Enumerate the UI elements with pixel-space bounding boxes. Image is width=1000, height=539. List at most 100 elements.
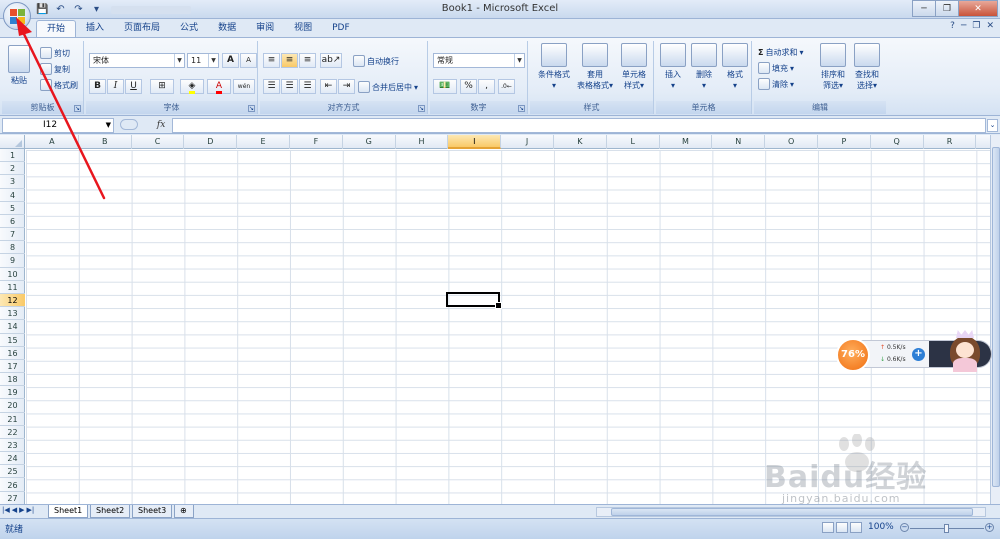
speed-percent-circle[interactable]: 76% (836, 338, 870, 372)
border-button[interactable]: ⊞ (150, 79, 174, 94)
format-painter-button[interactable]: 格式刷 (40, 78, 78, 92)
cell-styles-button[interactable]: 单元格 样式▾ (616, 43, 652, 91)
comma-button[interactable]: , (478, 79, 495, 94)
autosum-button[interactable]: Σ 自动求和 ▾ (758, 45, 803, 59)
row-header-13[interactable]: 13 (0, 307, 25, 321)
decrease-indent-button[interactable]: ⇤ (320, 79, 337, 94)
column-header-r[interactable]: R (924, 135, 977, 149)
copy-button[interactable]: 复制 (40, 62, 70, 76)
help-icon[interactable]: ? (950, 21, 955, 31)
row-header-12[interactable]: 12 (0, 293, 25, 308)
bold-button[interactable]: B (89, 79, 106, 94)
row-header-10[interactable]: 10 (0, 268, 25, 281)
workbook-close-icon[interactable]: ✕ (986, 21, 994, 31)
horizontal-scrollbar[interactable] (596, 507, 986, 517)
next-sheet-icon[interactable]: ▶ (19, 506, 24, 514)
column-header-g[interactable]: G (343, 135, 396, 149)
format-cells-button[interactable]: 格式 ▾ (720, 43, 750, 91)
font-launcher-icon[interactable]: ↘ (248, 105, 255, 112)
row-header-14[interactable]: 14 (0, 320, 25, 334)
page-layout-view-icon[interactable] (836, 522, 848, 533)
tab-home[interactable]: 开始 (36, 20, 77, 37)
tab-insert[interactable]: 插入 (76, 20, 114, 37)
tab-pdf[interactable]: PDF (322, 20, 360, 37)
column-header-f[interactable]: F (290, 135, 343, 149)
close-button[interactable]: ✕ (958, 0, 998, 17)
column-header-l[interactable]: L (607, 135, 660, 149)
tab-review[interactable]: 审阅 (246, 20, 284, 37)
align-top-button[interactable]: ≡ (263, 53, 280, 68)
row-header-21[interactable]: 21 (0, 413, 25, 426)
row-header-27[interactable]: 27 (0, 492, 25, 504)
row-header-15[interactable]: 15 (0, 334, 25, 347)
underline-button[interactable]: U (125, 79, 142, 94)
column-header-b[interactable]: B (79, 135, 132, 149)
workbook-minimize-icon[interactable]: ─ (961, 21, 966, 31)
first-sheet-icon[interactable]: |◀ (2, 506, 10, 514)
merge-center-button[interactable]: 合并后居中 ▾ (358, 80, 418, 94)
clear-button[interactable]: 清除 ▾ (758, 77, 794, 91)
column-header-i[interactable]: I (448, 135, 502, 149)
row-header-8[interactable]: 8 (0, 241, 25, 255)
row-header-2[interactable]: 2 (0, 162, 25, 176)
paste-button[interactable]: 粘贴 (6, 45, 32, 86)
clipboard-launcher-icon[interactable]: ↘ (74, 105, 81, 112)
wrap-text-button[interactable]: 自动换行 (353, 54, 399, 68)
column-header-p[interactable]: P (818, 135, 871, 149)
increase-decimal-button[interactable]: .0← (498, 79, 515, 94)
number-format-select[interactable]: 常规 ▼ (433, 53, 525, 68)
row-header-17[interactable]: 17 (0, 360, 25, 374)
align-bottom-button[interactable]: ≡ (299, 53, 316, 68)
grow-font-button[interactable]: A (222, 53, 239, 68)
tab-data[interactable]: 数据 (208, 20, 246, 37)
column-header-o[interactable]: O (765, 135, 818, 149)
number-launcher-icon[interactable]: ↘ (518, 105, 525, 112)
shrink-font-button[interactable]: A (240, 53, 257, 68)
page-break-view-icon[interactable] (850, 522, 862, 533)
row-header-7[interactable]: 7 (0, 228, 25, 242)
align-middle-button[interactable]: ≡ (281, 53, 298, 68)
sheet-tab-sheet3[interactable]: Sheet3 (132, 505, 173, 518)
align-left-button[interactable]: ☰ (263, 79, 280, 94)
tab-view[interactable]: 视图 (284, 20, 322, 37)
insert-function-icon[interactable]: fx (157, 120, 165, 130)
speed-boost-button[interactable]: + (912, 348, 925, 361)
prev-sheet-icon[interactable]: ◀ (12, 506, 17, 514)
row-header-19[interactable]: 19 (0, 386, 25, 400)
increase-indent-button[interactable]: ⇥ (338, 79, 355, 94)
cut-button[interactable]: 剪切 (40, 46, 70, 60)
format-as-table-button[interactable]: 套用 表格格式▾ (574, 43, 616, 91)
vertical-scroll-thumb[interactable] (992, 147, 1000, 487)
row-header-18[interactable]: 18 (0, 373, 25, 387)
name-box[interactable]: I12 ▼ (2, 118, 114, 133)
row-header-24[interactable]: 24 (0, 452, 25, 466)
align-center-button[interactable]: ☰ (281, 79, 298, 94)
row-header-22[interactable]: 22 (0, 426, 25, 439)
row-header-20[interactable]: 20 (0, 399, 25, 413)
row-header-3[interactable]: 3 (0, 175, 25, 189)
font-color-button[interactable]: A (207, 79, 231, 94)
delete-cells-button[interactable]: 删除 ▾ (689, 43, 719, 91)
minimize-button[interactable]: ─ (912, 0, 936, 17)
column-header-m[interactable]: M (660, 135, 713, 149)
column-header-a[interactable]: A (26, 135, 79, 149)
currency-button[interactable]: 💵 (433, 79, 457, 94)
conditional-formatting-button[interactable]: 条件格式 ▾ (534, 43, 574, 91)
office-button[interactable] (3, 2, 31, 30)
row-header-25[interactable]: 25 (0, 465, 25, 479)
network-speed-widget[interactable]: 76% ↑ 0.5K/s ↓ 0.6K/s + (836, 326, 996, 372)
column-header-c[interactable]: C (132, 135, 185, 149)
horizontal-scroll-thumb[interactable] (611, 508, 973, 516)
find-select-button[interactable]: 查找和 选择▾ (850, 43, 884, 91)
restore-button[interactable]: ❐ (935, 0, 959, 17)
insert-cells-button[interactable]: 插入 ▾ (658, 43, 688, 91)
column-header-d[interactable]: D (184, 135, 238, 149)
column-header-e[interactable]: E (237, 135, 290, 149)
select-all-button[interactable] (0, 135, 25, 149)
align-right-button[interactable]: ☰ (299, 79, 316, 94)
normal-view-icon[interactable] (822, 522, 834, 533)
formula-input[interactable] (172, 118, 986, 133)
phonetic-button[interactable]: wén (233, 79, 255, 94)
fill-color-button[interactable]: ◈ (180, 79, 204, 94)
formula-cancel-icon[interactable] (120, 119, 138, 130)
